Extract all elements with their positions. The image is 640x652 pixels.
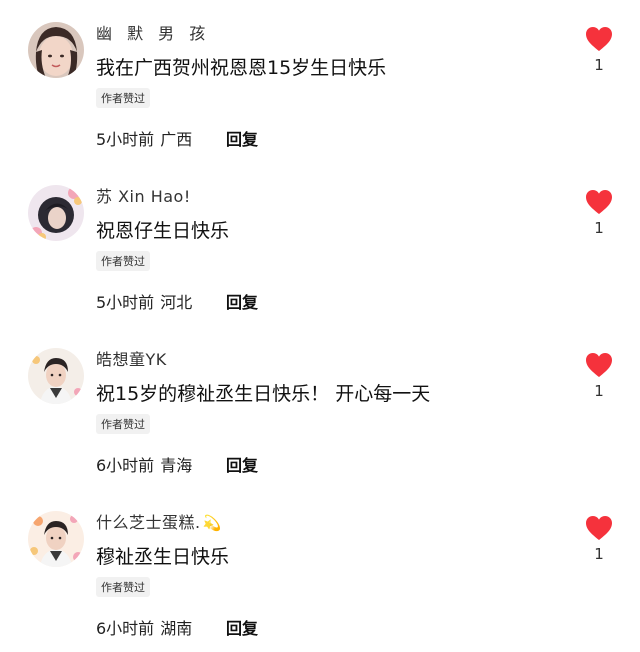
like-button[interactable]	[585, 26, 613, 52]
comment-meta: 6小时前 湖南	[96, 615, 192, 639]
author-liked-badge: 作者赞过	[96, 251, 150, 271]
location: 广西	[160, 130, 193, 149]
like-count: 1	[594, 545, 604, 563]
comment-text: 穆祉丞生日快乐	[96, 546, 230, 568]
comment-text: 祝恩仔生日快乐	[96, 220, 230, 242]
like-button[interactable]	[585, 515, 613, 541]
comment-meta: 6小时前 青海	[96, 452, 192, 476]
avatar-image	[28, 511, 84, 567]
reply-button[interactable]: 回复	[226, 615, 258, 639]
avatar-image	[28, 22, 84, 78]
avatar-image	[28, 185, 84, 241]
username[interactable]: 皓想童YK	[96, 346, 167, 370]
location: 青海	[160, 456, 193, 475]
heart-filled-icon	[586, 27, 612, 51]
comment-text: 祝15岁的穆祉丞生日快乐！ 开心每一天	[96, 383, 431, 405]
location: 河北	[160, 293, 193, 312]
username[interactable]: 幽 默 男 孩	[96, 20, 210, 44]
comment-item: 皓想童YK 祝15岁的穆祉丞生日快乐！ 开心每一天 作者赞过 6小时前 青海 回复…	[0, 326, 640, 489]
timestamp: 5小时前	[96, 130, 155, 149]
like-count: 1	[594, 56, 604, 74]
comment-list-page: { "colors": { "heart": "#f5323c", "badge…	[0, 0, 640, 645]
comment-item: 什么芝士蛋糕. 💫 穆祉丞生日快乐 作者赞过 6小时前 湖南 回复 1	[0, 489, 640, 652]
author-liked-badge: 作者赞过	[96, 577, 150, 597]
timestamp: 6小时前	[96, 456, 155, 475]
avatar[interactable]	[28, 185, 84, 241]
location: 湖南	[160, 619, 193, 638]
username[interactable]: 什么芝士蛋糕. 💫	[96, 509, 222, 533]
like-count: 1	[594, 219, 604, 237]
comment-text: 我在广西贺州祝恩恩15岁生日快乐	[96, 57, 387, 79]
reply-button[interactable]: 回复	[226, 452, 258, 476]
like-button[interactable]	[585, 352, 613, 378]
reply-button[interactable]: 回复	[226, 126, 258, 150]
comment-item: 幽 默 男 孩 我在广西贺州祝恩恩15岁生日快乐 作者赞过 5小时前 广西 回复 …	[0, 0, 640, 163]
like-button[interactable]	[585, 189, 613, 215]
author-liked-badge: 作者赞过	[96, 414, 150, 434]
author-liked-badge: 作者赞过	[96, 88, 150, 108]
heart-filled-icon	[586, 353, 612, 377]
like-count: 1	[594, 382, 604, 400]
comment-item: 苏 Xin Hao! 祝恩仔生日快乐 作者赞过 5小时前 河北 回复 1	[0, 163, 640, 326]
username-text: 什么芝士蛋糕.	[96, 513, 201, 532]
timestamp: 5小时前	[96, 293, 155, 312]
comment-meta: 5小时前 广西	[96, 126, 192, 150]
avatar[interactable]	[28, 22, 84, 78]
heart-filled-icon	[586, 190, 612, 214]
avatar[interactable]	[28, 511, 84, 567]
timestamp: 6小时前	[96, 619, 155, 638]
heart-filled-icon	[586, 516, 612, 540]
avatar[interactable]	[28, 348, 84, 404]
avatar-image	[28, 348, 84, 404]
sparkle-emoji: 💫	[202, 514, 222, 532]
comment-meta: 5小时前 河北	[96, 289, 192, 313]
username[interactable]: 苏 Xin Hao!	[96, 183, 191, 207]
reply-button[interactable]: 回复	[226, 289, 258, 313]
